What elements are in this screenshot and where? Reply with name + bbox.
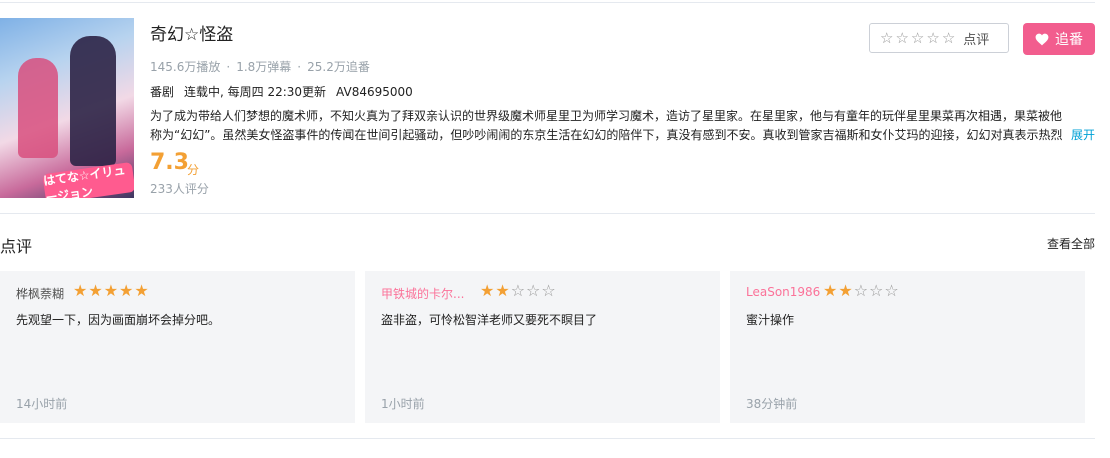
- review-text: 蜜汁操作: [746, 313, 795, 327]
- star-outline-icon: ☆: [895, 28, 909, 47]
- review-time: 1小时前: [381, 397, 425, 411]
- star-outline-icon: ☆: [910, 28, 925, 47]
- show-type: 番剧: [150, 85, 175, 99]
- star-filled-icon: ★: [119, 281, 134, 300]
- follow-button[interactable]: 追番: [1023, 23, 1095, 55]
- rater-count: 233人评分: [150, 182, 209, 196]
- stat-separator: ·: [297, 60, 302, 74]
- play-count: 145.6万播放: [150, 60, 221, 74]
- star-filled-icon: ★: [73, 281, 88, 300]
- star-outline-icon: ☆: [880, 28, 894, 47]
- show-meta: 番剧 连载中, 每周四 22:30更新 AV84695000: [150, 83, 423, 100]
- star-filled-icon: ★: [838, 281, 853, 300]
- top-divider: [0, 2, 1095, 3]
- review-rating-stars: ★ ★ ★ ★ ★: [73, 283, 149, 299]
- write-review-button[interactable]: ☆ ☆ ☆ ☆ ☆ 点评: [869, 23, 1009, 53]
- review-time: 38分钟前: [746, 397, 798, 411]
- show-title[interactable]: 奇幻☆怪盗: [150, 20, 233, 45]
- star-outline-icon: ☆: [869, 281, 884, 300]
- follow-count: 25.2万追番: [307, 60, 370, 74]
- review-username[interactable]: 桦枫萘糊: [16, 285, 64, 302]
- reviews-section-title: 点评: [0, 237, 33, 256]
- review-time: 14小时前: [16, 397, 68, 411]
- rating-stars-empty: ☆ ☆ ☆ ☆ ☆: [880, 28, 956, 47]
- review-rating-stars: ★ ★ ☆ ☆ ☆: [823, 283, 899, 299]
- star-filled-icon: ★: [88, 281, 103, 300]
- review-card[interactable]: 甲铁城的卡尔... ★ ★ ☆ ☆ ☆ 盗非盗，可怜松智洋老师又要死不瞑目了 1…: [365, 271, 720, 423]
- show-av-id: AV84695000: [336, 85, 413, 99]
- section-divider: [0, 213, 1095, 214]
- cover-logo-text: はてな☆イリュージョン: [42, 161, 134, 198]
- star-filled-icon: ★: [480, 281, 495, 300]
- review-username[interactable]: 甲铁城的卡尔...: [381, 285, 464, 302]
- show-schedule: 连载中, 每周四 22:30更新: [184, 85, 327, 99]
- star-outline-icon: ☆: [541, 281, 556, 300]
- stat-separator: ·: [226, 60, 231, 74]
- star-outline-icon: ☆: [941, 28, 956, 47]
- cover-figure-right: [70, 36, 116, 166]
- star-filled-icon: ★: [134, 281, 149, 300]
- review-rating-stars: ★ ★ ☆ ☆ ☆: [480, 283, 556, 299]
- star-outline-icon: ☆: [510, 281, 526, 300]
- show-description: 为了成为带给人们梦想的魔术师，不知火真为了拜双亲认识的世界级魔术师星里卫为师学习…: [150, 109, 1063, 142]
- review-button-label: 点评: [963, 32, 990, 48]
- cover-image[interactable]: はてな☆イリュージョン: [0, 18, 134, 198]
- star-outline-icon: ☆: [884, 281, 899, 300]
- review-card[interactable]: 桦枫萘糊 ★ ★ ★ ★ ★ 先观望一下，因为画面崩坏会掉分吧。 14小时前: [0, 271, 355, 423]
- show-stats: 145.6万播放 · 1.8万弹幕 · 25.2万追番: [150, 58, 370, 75]
- cover-figure-left: [18, 58, 58, 158]
- star-outline-icon: ☆: [926, 28, 940, 47]
- review-username[interactable]: LeaSon1986: [746, 285, 820, 299]
- review-text: 先观望一下，因为画面崩坏会掉分吧。: [16, 313, 221, 327]
- star-outline-icon: ☆: [526, 281, 541, 300]
- star-filled-icon: ★: [495, 281, 510, 300]
- bottom-divider: [0, 438, 1095, 439]
- danmaku-count: 1.8万弹幕: [236, 60, 292, 74]
- expand-link[interactable]: 展开: [1071, 126, 1095, 143]
- follow-button-label: 追番: [1055, 32, 1083, 48]
- review-card[interactable]: LeaSon1986 ★ ★ ☆ ☆ ☆ 蜜汁操作 38分钟前: [730, 271, 1085, 423]
- star-outline-icon: ☆: [853, 281, 869, 300]
- show-score: 7.3: [150, 150, 189, 175]
- star-filled-icon: ★: [823, 281, 838, 300]
- star-filled-icon: ★: [103, 281, 119, 300]
- score-unit: 分: [187, 163, 200, 177]
- heart-icon: [1035, 33, 1049, 45]
- view-all-reviews-link[interactable]: 查看全部: [1047, 235, 1095, 252]
- review-text: 盗非盗，可怜松智洋老师又要死不瞑目了: [381, 313, 598, 327]
